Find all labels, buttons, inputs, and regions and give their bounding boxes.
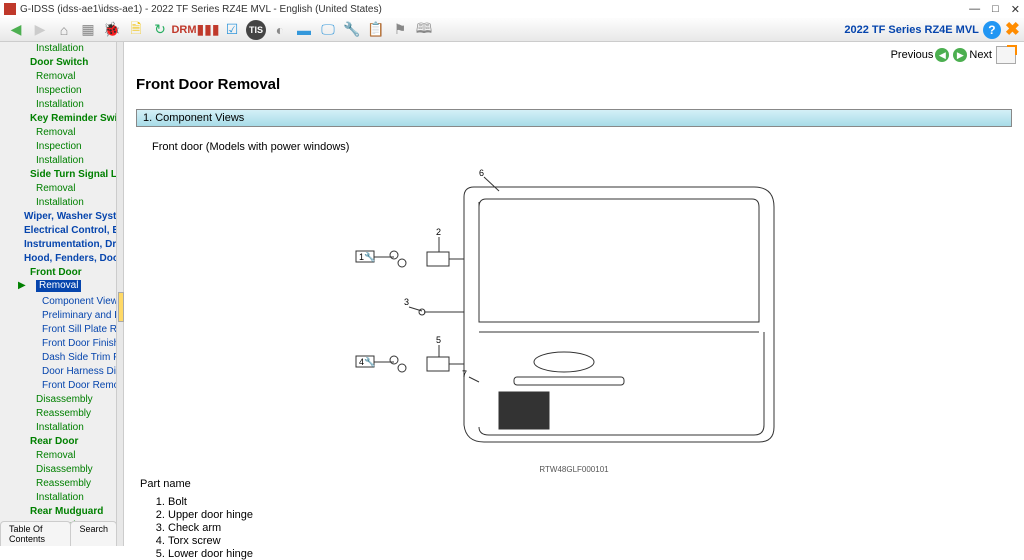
tree-item[interactable]: Component Views <box>0 295 116 309</box>
svg-text:5: 5 <box>436 335 441 345</box>
svg-text:3: 3 <box>404 297 409 307</box>
tab-toc[interactable]: Table Of Contents <box>0 521 71 546</box>
app-icon2[interactable]: ▬ <box>294 20 314 40</box>
minimize-button[interactable]: — <box>969 3 980 16</box>
clipboard-icon[interactable]: 📋 <box>366 20 386 40</box>
svg-text:2: 2 <box>436 227 441 237</box>
tree-item[interactable]: Rear Mudguard <box>0 505 116 519</box>
maximize-button[interactable]: □ <box>992 3 999 16</box>
figure-code: RTW48GLF000101 <box>124 465 1024 474</box>
forward-icon[interactable]: ▶ <box>30 20 50 40</box>
part-item: Check arm <box>168 522 1008 535</box>
part-item: Upper door hinge <box>168 509 1008 522</box>
tree-item[interactable]: Reassembly <box>0 407 116 421</box>
parts-list: BoltUpper door hingeCheck armTorx screwL… <box>124 494 1024 560</box>
drm-label[interactable]: DRM <box>174 20 194 40</box>
tree-item[interactable]: Door Harness Discor <box>0 365 116 379</box>
gauge-icon[interactable]: ◐ <box>270 20 290 40</box>
content-pane: Previous ◀ ▶ Next Front Door Removal 1. … <box>124 42 1024 560</box>
toc-sidebar: InstallationDoor SwitchRemovalInspection… <box>0 42 116 546</box>
tree-item[interactable]: Key Reminder Switch <box>0 112 116 126</box>
tree-item[interactable]: Installation <box>0 154 116 168</box>
tree-item[interactable]: Installation <box>0 42 116 56</box>
checklist-icon[interactable]: ☑ <box>222 20 242 40</box>
window-title: G-IDSS (idss-ae1\idss-ae1) - 2022 TF Ser… <box>20 4 382 15</box>
tree-item[interactable]: Front Door Removal <box>0 379 116 393</box>
tree-item[interactable]: Preliminary and Post <box>0 309 116 323</box>
svg-text:7: 7 <box>462 369 467 379</box>
tree-item[interactable]: Removal <box>0 70 116 84</box>
tree-item[interactable]: Hood, Fenders, Doors <box>0 252 116 266</box>
close-model-icon[interactable]: ✖ <box>1005 19 1020 40</box>
home-icon[interactable]: ⌂ <box>54 20 74 40</box>
part-item: Bolt <box>168 496 1008 509</box>
tree-item[interactable]: Side Turn Signal Light (D <box>0 168 116 182</box>
next-arrow-icon: ▶ <box>953 48 967 62</box>
tree-item[interactable]: Disassembly <box>0 393 116 407</box>
part-item: Torx screw <box>168 535 1008 548</box>
tree-item[interactable]: Wiper, Washer Systems <box>0 210 116 224</box>
tree-item[interactable]: Electrical Control, Enterta <box>0 224 116 238</box>
tree-item[interactable]: Dash Side Trim Pad I <box>0 351 116 365</box>
tree-item[interactable]: Installation <box>0 491 116 505</box>
flag-icon[interactable]: ⚑ <box>390 20 410 40</box>
chart-icon[interactable]: ▮▮▮ <box>198 20 218 40</box>
tree-item[interactable]: Door Switch <box>0 56 116 70</box>
tree-item[interactable]: Disassembly <box>0 463 116 477</box>
page-title: Front Door Removal <box>124 68 1024 101</box>
previous-arrow-icon: ◀ <box>935 48 949 62</box>
previous-button[interactable]: Previous ◀ <box>891 48 950 62</box>
close-button[interactable]: ✕ <box>1011 3 1020 16</box>
note-icon[interactable]: 🗎 <box>126 20 146 40</box>
previous-label: Previous <box>891 49 934 61</box>
back-icon[interactable]: ◀ <box>6 20 26 40</box>
section-header: 1. Component Views <box>136 109 1012 127</box>
tree-item[interactable]: Removal <box>36 280 81 292</box>
tree-item[interactable]: Installation <box>0 196 116 210</box>
toc-tree[interactable]: InstallationDoor SwitchRemovalInspection… <box>0 42 116 546</box>
monitor-icon[interactable]: 🖵 <box>318 20 338 40</box>
tree-item[interactable]: Instrumentation, Driver Inf <box>0 238 116 252</box>
tree-item[interactable]: Rear Door <box>0 435 116 449</box>
tab-search[interactable]: Search <box>70 521 116 546</box>
tree-item[interactable]: Front Sill Plate Remo <box>0 323 116 337</box>
part-name-label: Part name <box>124 474 1024 494</box>
svg-text:6: 6 <box>479 168 484 178</box>
tis-icon[interactable]: TIS <box>246 20 266 40</box>
main-toolbar: ◀ ▶ ⌂ ▦ 🐞 🗎 ↻ DRM ▮▮▮ ☑ TIS ◐ ▬ 🖵 🔧 📋 ⚑ … <box>0 18 1024 42</box>
help-icon[interactable]: ? <box>983 21 1001 39</box>
tree-item[interactable]: Removal <box>0 182 116 196</box>
tree-item[interactable]: Removal <box>0 126 116 140</box>
tree-item[interactable]: Front Door <box>0 266 116 280</box>
expand-button[interactable] <box>996 46 1016 64</box>
figure-caption: Front door (Models with power windows) <box>124 135 1024 159</box>
tool1-icon[interactable]: ▦ <box>78 20 98 40</box>
app-icon <box>4 3 16 15</box>
svg-text:4🔧: 4🔧 <box>359 356 375 367</box>
next-button[interactable]: ▶ Next <box>953 48 992 62</box>
svg-text:1🔧: 1🔧 <box>359 251 375 262</box>
front-door-diagram: 1🔧 2 3 4🔧 5 6 7 <box>314 167 834 457</box>
next-label: Next <box>969 49 992 61</box>
wrench-icon[interactable]: 🔧 <box>342 20 362 40</box>
tree-item[interactable]: Inspection <box>0 84 116 98</box>
model-label: 2022 TF Series RZ4E MVL <box>844 24 979 36</box>
bug-icon[interactable]: 🐞 <box>102 20 122 40</box>
tree-item[interactable]: Reassembly <box>0 477 116 491</box>
splitter[interactable] <box>116 42 124 546</box>
book-icon[interactable]: 🕮 <box>414 20 434 40</box>
tree-item[interactable]: Installation <box>0 98 116 112</box>
tree-item[interactable]: Installation <box>0 421 116 435</box>
tree-item[interactable]: Removal <box>0 449 116 463</box>
part-item: Lower door hinge <box>168 548 1008 560</box>
refresh-icon[interactable]: ↻ <box>150 20 170 40</box>
window-titlebar: G-IDSS (idss-ae1\idss-ae1) - 2022 TF Ser… <box>0 0 1024 18</box>
tree-item[interactable]: Inspection <box>0 140 116 154</box>
tree-item[interactable]: Front Door Finisher F <box>0 337 116 351</box>
